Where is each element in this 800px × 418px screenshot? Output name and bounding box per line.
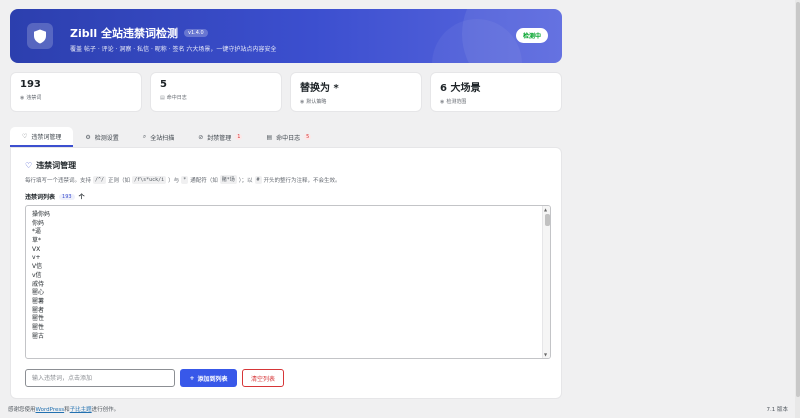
tab-word-management[interactable]: ♡ 违禁词管理 — [10, 127, 74, 147]
zibll-theme-link[interactable]: 子比主题 — [70, 407, 92, 413]
word-list-item: 罂性 — [32, 315, 45, 323]
word-list-item: 你妈 — [32, 219, 45, 227]
word-list-item: 罂者 — [32, 306, 45, 314]
heart-icon: ♡ — [25, 161, 33, 170]
stat-card-logs: 5 ▤ 命中日志 — [150, 72, 282, 112]
gear-icon: ⚙ — [85, 133, 91, 141]
scrollbar[interactable]: ▲ ▼ — [542, 206, 550, 358]
add-word-button[interactable]: + 添加到列表 — [180, 369, 237, 387]
stat-value: 5 — [160, 79, 167, 90]
footer-credit: 感谢您使用WordPress和子比主题进行创作。 — [8, 407, 120, 413]
stat-card-words: 193 ◉ 违禁词 — [10, 72, 142, 112]
word-list-item: 操你妈 — [32, 211, 51, 218]
word-management-panel: ♡ 违禁词管理 每行填写一个违禁词。支持 /^/ 正则（如 /f\s*uck/i… — [10, 147, 562, 399]
header-title-row: Zibll 全站违禁词检测 v1.4.0 — [70, 25, 208, 41]
wordpress-link[interactable]: WordPress — [36, 407, 65, 413]
stat-value: 193 — [20, 79, 41, 90]
word-count-badge: 193 — [59, 193, 75, 200]
page-scrollbar-thumb[interactable] — [795, 2, 800, 397]
stat-card-strategy: 替换为 * ◉ 默认策略 — [290, 72, 422, 112]
word-list-items: 操你妈 你妈 *逼 草* VX v+ V信 v信 戚侍 罂心 罂薯 罂者 罂性 罂性 罂古 — [32, 211, 50, 341]
word-list-item: 罂薯 — [32, 297, 45, 305]
scroll-down-icon[interactable]: ▼ — [544, 352, 547, 357]
stat-value: 6 大场景 — [440, 83, 481, 94]
plus-icon: + — [189, 374, 195, 382]
stat-label: 违禁词 — [26, 95, 42, 101]
log-icon: ▤ — [266, 133, 273, 141]
header-subtitle: 覆盖 帖子 · 评论 · 洞察 · 私信 · 昵称 · 签名 六大场景，一键守护… — [70, 46, 277, 53]
tab-bar: ♡ 违禁词管理 ⚙ 检测设置 ⌕ 全站扫描 ⊘ 封禁管理 1 ▤ 命中日志 5 — [10, 127, 323, 147]
count-badge: 1 — [235, 134, 243, 140]
word-list-textarea[interactable]: 操你妈 你妈 *逼 草* VX v+ V信 v信 戚侍 罂心 罂薯 罂者 罂性 罂性 罂古 ▲ ▼ — [25, 205, 551, 359]
word-list-item: v信 — [32, 271, 42, 279]
new-word-input[interactable] — [25, 369, 175, 387]
stat-label: 默认策略 — [306, 99, 327, 105]
word-list-item: V信 — [32, 263, 43, 271]
version-badge: v1.4.0 — [184, 29, 208, 37]
ban-icon: ⊘ — [198, 133, 204, 141]
dot-icon: ◉ — [20, 94, 25, 101]
stat-label: 检测范围 — [446, 99, 467, 105]
page-scrollbar[interactable] — [795, 0, 800, 418]
word-list-item: 罂性 — [32, 323, 45, 331]
heart-icon: ♡ — [22, 132, 28, 140]
stats-row: 193 ◉ 违禁词 5 ▤ 命中日志 替换为 * ◉ 默认策略 6 大场景 ◉ 检测范围 — [10, 72, 562, 112]
dot-icon: ◉ — [440, 98, 445, 105]
word-list-item: 罂古 — [32, 332, 45, 340]
stat-value: 替换为 * — [300, 83, 339, 94]
header-banner: Zibll 全站违禁词检测 v1.4.0 覆盖 帖子 · 评论 · 洞察 · 私… — [10, 9, 562, 63]
panel-description: 每行填写一个违禁词。支持 /^/ 正则（如 /f\s*uck/i ）与 * 通配… — [25, 175, 341, 184]
count-badge: 5 — [304, 134, 312, 140]
word-list-item: 罂心 — [32, 289, 45, 297]
shield-icon — [27, 23, 53, 49]
scroll-up-icon[interactable]: ▲ — [544, 207, 547, 212]
word-list-item: VX — [32, 245, 41, 253]
word-list-item: 草* — [32, 237, 42, 245]
tab-site-scan[interactable]: ⌕ 全站扫描 — [131, 127, 186, 147]
scrollbar-thumb[interactable] — [544, 214, 550, 226]
tab-detection-settings[interactable]: ⚙ 检测设置 — [73, 127, 130, 147]
word-list-label: 违禁词列表 193 个 — [25, 193, 85, 201]
stat-label: 命中日志 — [166, 95, 187, 101]
tab-hit-logs[interactable]: ▤ 命中日志 5 — [254, 127, 323, 147]
dot-icon: ◉ — [300, 98, 305, 105]
search-icon: ⌕ — [142, 133, 147, 140]
stat-card-scope: 6 大场景 ◉ 检测范围 — [430, 72, 562, 112]
panel-title: ♡ 违禁词管理 — [25, 161, 77, 170]
word-list-item: 戚侍 — [32, 280, 45, 288]
word-list-item: v+ — [32, 254, 41, 262]
tab-ban-management[interactable]: ⊘ 封禁管理 1 — [186, 127, 254, 147]
status-badge: 检测中 — [515, 28, 548, 43]
word-list-item: *逼 — [32, 228, 42, 236]
clear-list-button[interactable]: 清空列表 — [242, 369, 284, 387]
page-title: Zibll 全站违禁词检测 — [70, 27, 178, 40]
version-text: 7.1 版本 — [766, 407, 789, 413]
list-icon: ▤ — [160, 94, 165, 101]
